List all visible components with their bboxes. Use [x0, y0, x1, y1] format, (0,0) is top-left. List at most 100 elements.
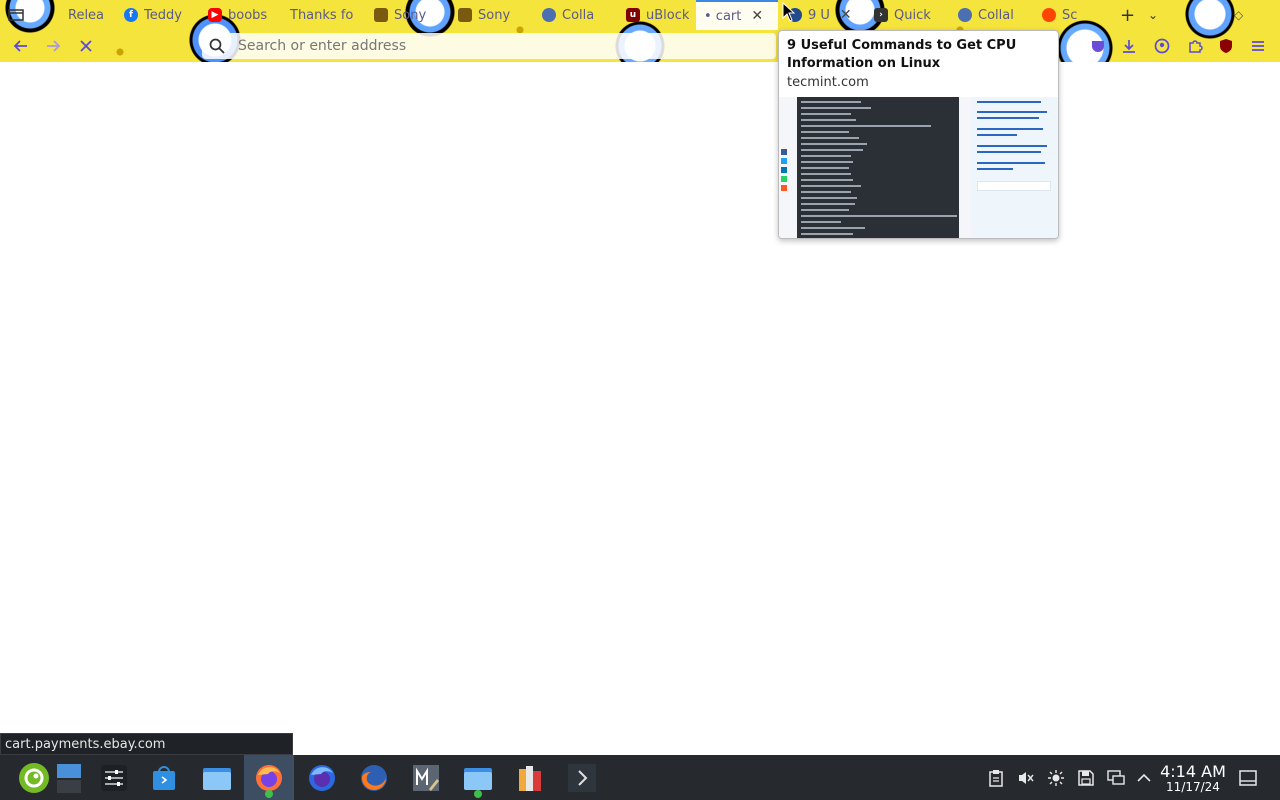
address-input[interactable]: [232, 38, 738, 54]
close-icon[interactable]: ✕: [840, 7, 852, 23]
tab-reddit[interactable]: Sc: [1034, 0, 1094, 30]
firefox-classic-icon: [361, 764, 387, 791]
facebook-icon: f: [124, 8, 138, 22]
diamond-icon: ◇: [1234, 8, 1244, 22]
clock-time: 4:14 AM: [1160, 762, 1226, 781]
tab-label: boobs: [228, 7, 268, 23]
tab-sony-2[interactable]: Sony: [450, 0, 530, 30]
clock-date: 11/17/24: [1166, 780, 1220, 794]
minimize-button[interactable]: ◇: [1226, 0, 1248, 30]
downloads-button[interactable]: [1119, 36, 1139, 56]
forward-button[interactable]: [41, 34, 65, 58]
brightness-icon: [1048, 770, 1064, 786]
save-tray-button[interactable]: [1076, 768, 1096, 788]
file-manager-2-button[interactable]: [454, 755, 502, 800]
notification-panel-icon: [1239, 770, 1257, 786]
brightness-tray-button[interactable]: [1046, 768, 1066, 788]
tab-youtube[interactable]: ▶ boobs: [200, 0, 276, 30]
volume-muted-icon: [1019, 772, 1034, 784]
firefox-nightly-button[interactable]: [298, 755, 346, 800]
shopping-bag-icon: [374, 8, 388, 22]
preview-title: 9 Useful Commands to Get CPU Information…: [787, 38, 1017, 71]
account-button[interactable]: [1152, 36, 1172, 56]
tab-label: Quick: [894, 7, 931, 23]
menu-button[interactable]: [1248, 36, 1268, 56]
shopping-bag-icon: [458, 8, 472, 22]
close-icon[interactable]: ✕: [751, 8, 763, 24]
account-icon: [1154, 38, 1170, 54]
tab-teddy[interactable]: f Teddy: [116, 0, 196, 30]
back-button[interactable]: [9, 34, 33, 58]
tab-quick[interactable]: › Quick: [866, 0, 946, 30]
search-icon: [542, 8, 556, 22]
show-desktop-button[interactable]: [48, 755, 90, 800]
link-status-tooltip: cart.payments.ebay.com: [0, 733, 293, 755]
taskbar: 4:14 AM 11/17/24: [0, 755, 1280, 800]
clipboard-tray-button[interactable]: [986, 768, 1006, 788]
hamburger-icon: [1252, 41, 1264, 51]
tab-strip: Relea f Teddy ▶ boobs Thanks fo Sony Son…: [0, 0, 1280, 30]
terminal-button[interactable]: [558, 755, 606, 800]
digital-clock[interactable]: 4:14 AM 11/17/24: [1160, 763, 1226, 794]
network-tray-button[interactable]: [1106, 768, 1126, 788]
running-indicator: [265, 790, 273, 798]
network-wired-icon: [1107, 770, 1125, 785]
office-icon: [519, 765, 541, 791]
tab-list-icon: [8, 9, 24, 21]
reddit-icon: [1042, 8, 1056, 22]
search-icon: [958, 8, 972, 22]
ublock-button[interactable]: [1216, 36, 1236, 56]
chevron-up-icon: [1137, 773, 1151, 782]
tray-expand-button[interactable]: [1134, 768, 1154, 788]
tab-label: Colla: [562, 7, 595, 23]
arrow-right-icon: [47, 40, 61, 52]
release-icon: [48, 8, 62, 22]
floppy-disk-icon: [1078, 770, 1094, 786]
terminal-icon: [568, 763, 596, 792]
volume-tray-button[interactable]: [1016, 768, 1036, 788]
extensions-button[interactable]: [1185, 36, 1205, 56]
search-icon: [202, 38, 232, 54]
tab-ublock[interactable]: u uBlock: [618, 0, 698, 30]
discover-button[interactable]: [140, 755, 188, 800]
system-settings-button[interactable]: [92, 755, 136, 800]
tab-thanks[interactable]: Thanks fo: [282, 0, 362, 30]
terminal-screenshot: [797, 97, 959, 238]
download-icon: [1123, 40, 1135, 53]
tab-cart-active[interactable]: • cart ✕: [696, 0, 778, 30]
mouse-cursor-icon: [782, 2, 796, 22]
pocket-button[interactable]: [1088, 36, 1108, 56]
tab-collal[interactable]: Collal: [950, 0, 1030, 30]
desktop-icon: [57, 763, 81, 793]
preview-host: tecmint.com: [787, 75, 869, 90]
tab-label: • cart: [704, 8, 742, 24]
firefox-taskbar-button[interactable]: [244, 755, 294, 800]
puzzle-icon: [1189, 40, 1203, 53]
stop-button[interactable]: [74, 34, 98, 58]
file-manager-button[interactable]: [192, 755, 242, 800]
folder-icon: [203, 767, 231, 790]
tab-release[interactable]: Relea: [40, 0, 112, 30]
tab-sony-1[interactable]: Sony: [366, 0, 446, 30]
chevron-down-icon: ⌄: [1148, 8, 1159, 22]
notifications-button[interactable]: [1238, 768, 1258, 788]
text-editor-button[interactable]: [402, 755, 450, 800]
close-icon: [80, 40, 92, 52]
address-bar[interactable]: [202, 33, 776, 59]
share-twitter-icon: [781, 158, 787, 164]
ublock-icon: u: [626, 8, 640, 22]
new-tab-button[interactable]: +: [1112, 0, 1136, 30]
arrow-left-icon: [13, 40, 27, 52]
share-whatsapp-icon: [781, 176, 787, 182]
office-suite-button[interactable]: [506, 755, 554, 800]
tab-overflow-button[interactable]: ⌄: [1140, 0, 1164, 30]
tab-label: Relea: [68, 7, 104, 23]
firefox-esr-button[interactable]: [350, 755, 398, 800]
ublock-icon: [1220, 39, 1232, 53]
tab-label: Sc: [1062, 7, 1078, 23]
tab-list-button[interactable]: [0, 0, 32, 30]
terminal-icon: ›: [874, 8, 888, 22]
running-indicator: [474, 790, 482, 798]
tab-colla[interactable]: Colla: [534, 0, 614, 30]
text-editor-icon: [413, 764, 439, 791]
